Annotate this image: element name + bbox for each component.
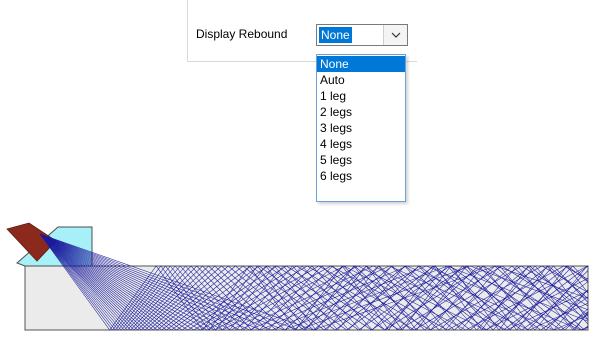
beam-path-view — [6, 222, 589, 331]
